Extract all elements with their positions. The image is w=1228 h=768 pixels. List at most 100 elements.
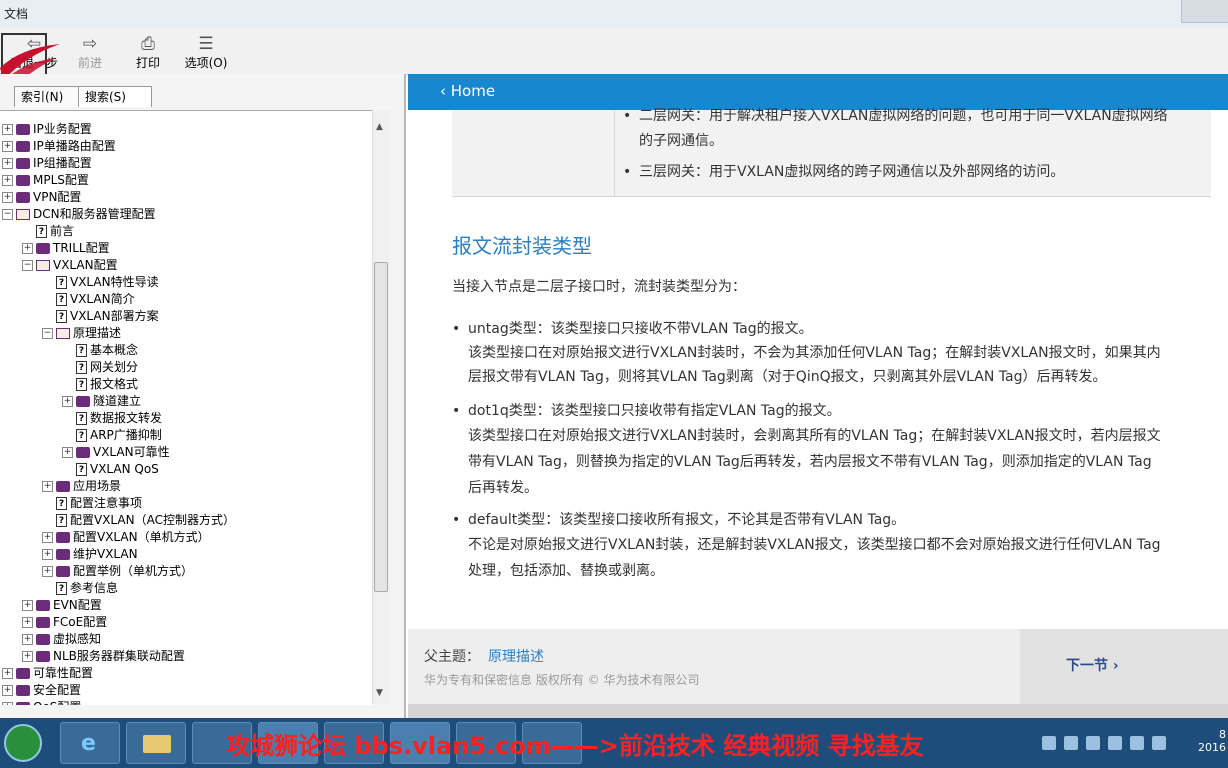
expand-icon[interactable]: + <box>2 158 13 169</box>
expand-icon[interactable]: + <box>2 124 13 135</box>
parent-topic-link[interactable]: 原理描述 <box>488 646 544 666</box>
expand-icon[interactable]: + <box>2 141 13 152</box>
scroll-down-icon[interactable]: ▼ <box>376 688 383 698</box>
book-icon <box>36 617 50 628</box>
tree-item[interactable]: ? 数据报文转发 <box>62 410 162 427</box>
tree-item-label: 配置注意事项 <box>70 496 143 510</box>
collapse-icon[interactable]: − <box>2 209 13 220</box>
tree-item[interactable]: + FCoE配置 <box>22 614 107 631</box>
tab-search[interactable]: 搜索(S) <box>78 86 152 107</box>
clock-date: 2016 <box>1198 741 1226 754</box>
tree-item[interactable]: + 虚拟感知 <box>22 631 101 648</box>
tree-item[interactable]: + 配置举例（单机方式） <box>42 563 193 580</box>
clock[interactable]: 8 2016 <box>1198 728 1226 754</box>
tree-item-label: 应用场景 <box>73 479 122 493</box>
tree-item[interactable]: ? VXLAN特性导读 <box>42 274 159 291</box>
copyright-text: 华为专有和保密信息 版权所有 © 华为技术有限公司 <box>424 673 700 687</box>
tree-item[interactable]: − DCN和服务器管理配置 <box>2 206 156 223</box>
expand-icon[interactable]: + <box>22 243 33 254</box>
forward-arrow-icon: ⇨ <box>82 34 98 54</box>
tray-network-icon[interactable] <box>1064 736 1078 750</box>
tree-item[interactable]: + NLB服务器群集联动配置 <box>22 648 185 665</box>
tree-item[interactable]: ? 网关划分 <box>62 359 138 376</box>
expand-icon[interactable]: + <box>22 634 33 645</box>
expand-icon[interactable]: + <box>2 175 13 186</box>
ie-taskbar-icon[interactable]: e <box>60 722 120 764</box>
tray-volume-icon[interactable] <box>1108 736 1122 750</box>
item-line: 该类型接口在对原始报文进行VXLAN封装时，不会为其添加任何VLAN Tag；在… <box>468 345 1161 361</box>
tree-item[interactable]: + VXLAN可靠性 <box>62 444 170 461</box>
expand-icon[interactable]: + <box>62 447 73 458</box>
tree-item[interactable]: − 原理描述 <box>42 325 121 342</box>
tree-scrollbar[interactable]: ▲ ▼ <box>372 110 390 704</box>
expand-icon[interactable]: + <box>2 192 13 203</box>
tree-item[interactable]: + IP业务配置 <box>2 121 92 138</box>
expand-icon[interactable]: + <box>42 532 53 543</box>
tray-security-icon[interactable] <box>1152 736 1166 750</box>
scroll-up-icon[interactable]: ▲ <box>376 122 383 132</box>
tree-item[interactable]: + TRILL配置 <box>22 240 110 257</box>
tree-item[interactable]: ? 参考信息 <box>42 580 118 597</box>
tree-item[interactable]: + MPLS配置 <box>2 172 89 189</box>
tree-item[interactable]: ? VXLAN部署方案 <box>42 308 159 325</box>
expand-icon[interactable]: + <box>42 549 53 560</box>
expand-icon[interactable]: + <box>2 668 13 679</box>
print-button[interactable]: ⎙ 打印 <box>122 34 174 72</box>
tree-item[interactable]: + IP组播配置 <box>2 155 92 172</box>
book-icon <box>36 634 50 645</box>
expand-icon[interactable]: + <box>22 617 33 628</box>
open-book-icon <box>16 209 30 220</box>
next-section-link[interactable]: 下一节 › <box>1066 655 1119 675</box>
tree-item[interactable]: ? ARP广播抑制 <box>62 427 162 444</box>
info-item: • 三层网关：用于VXLAN虚拟网络的跨子网通信以及外部网络的访问。 <box>623 164 1065 180</box>
tree-item[interactable]: ? VXLAN QoS <box>62 461 159 478</box>
expand-icon[interactable]: + <box>2 685 13 696</box>
tab-index[interactable]: 索引(N) <box>14 86 88 107</box>
tree-item-label: VXLAN配置 <box>53 258 118 272</box>
folder-taskbar-icon[interactable] <box>126 722 186 764</box>
collapse-icon[interactable]: − <box>22 260 33 271</box>
expand-icon[interactable]: + <box>2 702 13 705</box>
tree-item[interactable]: ? 配置VXLAN（AC控制器方式） <box>42 512 235 529</box>
scroll-thumb[interactable] <box>374 262 388 592</box>
tree-item-label: 数据报文转发 <box>90 411 163 425</box>
window-controls[interactable] <box>1181 0 1228 23</box>
start-button[interactable] <box>4 724 42 762</box>
collapse-icon[interactable]: − <box>42 328 53 339</box>
tree-item[interactable]: + IP单播路由配置 <box>2 138 116 155</box>
navigation-panel: 索引(N) 搜索(S) + IP业务配置 + IP单播路由配置 + IP组播配置 + MPLS… <box>0 74 406 718</box>
tree-item[interactable]: + QoS配置 <box>2 699 81 705</box>
tree-item[interactable]: ? 报文格式 <box>62 376 138 393</box>
tray-signal-icon[interactable] <box>1130 736 1144 750</box>
tree-item-label: IP业务配置 <box>33 122 92 136</box>
book-icon <box>56 566 70 577</box>
contents-tree: + IP业务配置 + IP单播路由配置 + IP组播配置 + MPLS配置 + VPN配置 − DCN… <box>0 110 372 705</box>
tree-item[interactable]: + VPN配置 <box>2 189 81 206</box>
options-button[interactable]: ☰ 选项(O) <box>180 34 232 72</box>
tree-item[interactable]: ? 基本概念 <box>62 342 138 359</box>
forward-button[interactable]: ⇨ 前进 <box>64 34 116 72</box>
expand-icon[interactable]: + <box>42 481 53 492</box>
tree-item[interactable]: + 配置VXLAN（单机方式） <box>42 529 210 546</box>
expand-icon[interactable]: + <box>22 651 33 662</box>
expand-icon[interactable]: + <box>42 566 53 577</box>
home-link[interactable]: ‹ Home <box>440 82 495 100</box>
printer-icon: ⎙ <box>141 34 155 54</box>
help-page-icon: ? <box>56 514 67 527</box>
tree-item[interactable]: ? 前言 <box>22 223 74 240</box>
tree-item[interactable]: + 隧道建立 <box>62 393 141 410</box>
tray-shield-icon[interactable] <box>1042 736 1056 750</box>
book-icon <box>76 447 90 458</box>
tree-item[interactable]: ? VXLAN简介 <box>42 291 135 308</box>
tree-item[interactable]: + EVN配置 <box>22 597 102 614</box>
expand-icon[interactable]: + <box>22 600 33 611</box>
tree-item-label: 参考信息 <box>70 581 119 595</box>
tray-flag-icon[interactable] <box>1086 736 1100 750</box>
expand-icon[interactable]: + <box>62 396 73 407</box>
tree-item[interactable]: + 可靠性配置 <box>2 665 93 682</box>
tree-item[interactable]: ? 配置注意事项 <box>42 495 142 512</box>
tree-item[interactable]: − VXLAN配置 <box>22 257 118 274</box>
tree-item[interactable]: + 安全配置 <box>2 682 81 699</box>
tree-item[interactable]: + 维护VXLAN <box>42 546 138 563</box>
tree-item[interactable]: + 应用场景 <box>42 478 121 495</box>
